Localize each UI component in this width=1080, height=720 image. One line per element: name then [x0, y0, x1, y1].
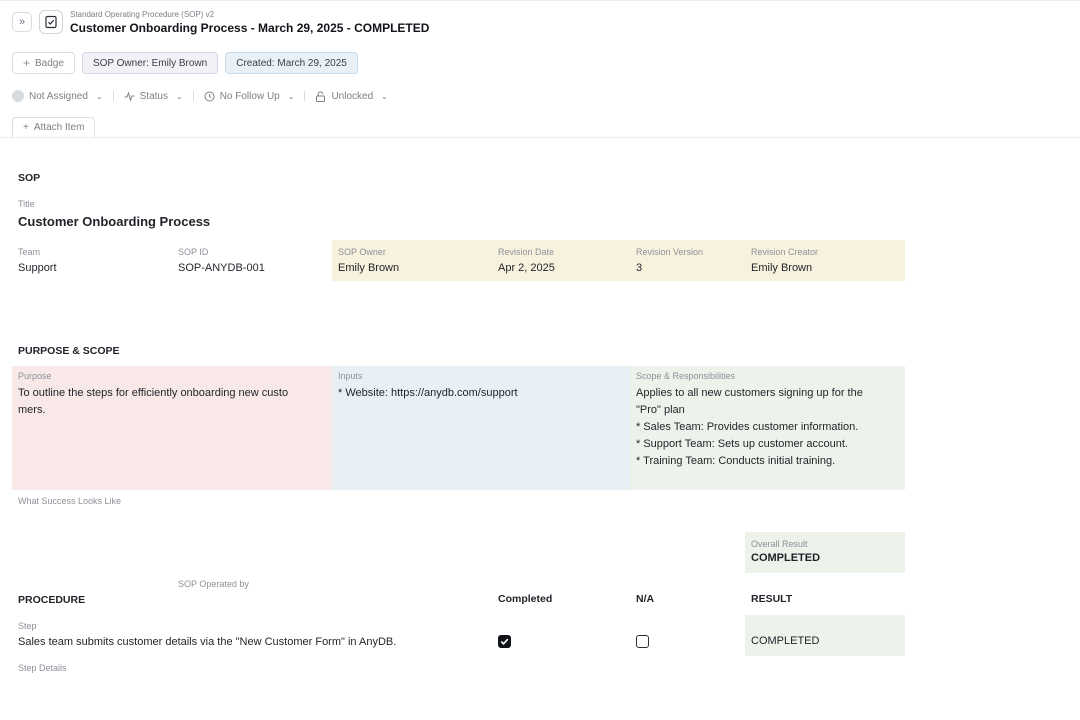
scope-line: "Pro" plan [636, 404, 685, 416]
sop-heading: SOP [18, 172, 41, 184]
revision-version-value[interactable]: 3 [636, 262, 642, 274]
divider [304, 91, 306, 101]
sop-owner-label: SOP Owner [338, 247, 386, 257]
plus-icon: + [23, 56, 31, 70]
inputs-field[interactable]: Inputs * Website: https://anydb.com/supp… [332, 366, 630, 490]
meta-row: Not Assigned ⌄ Status ⌄ No Follow Up ⌄ U… [12, 90, 388, 102]
team-value[interactable]: Support [18, 262, 57, 274]
purpose-field[interactable]: Purpose To outline the steps for efficie… [12, 366, 332, 490]
sop-owner-badge-label: SOP Owner: Emily Brown [92, 57, 208, 69]
lock-dropdown[interactable]: Unlocked ⌄ [315, 90, 388, 102]
step-completed-checkbox[interactable] [498, 635, 511, 648]
attach-item-label: Attach Item [33, 122, 85, 133]
scope-line: * Training Team: Conducts initial traini… [636, 455, 836, 467]
lock-label: Unlocked [331, 90, 374, 102]
chevron-down-icon: ⌄ [287, 91, 295, 101]
scope-field[interactable]: Scope & Responsibilities Applies to all … [630, 366, 905, 490]
revision-version-label: Revision Version [636, 247, 704, 257]
divider [112, 91, 114, 101]
assignee-dropdown[interactable]: Not Assigned ⌄ [12, 90, 103, 102]
revision-date-value[interactable]: Apr 2, 2025 [498, 262, 555, 274]
user-avatar-icon [12, 90, 24, 102]
title-label: Title [18, 199, 35, 209]
success-label[interactable]: What Success Looks Like [18, 496, 121, 506]
chevron-down-icon: ⌄ [95, 91, 103, 101]
overall-result-field[interactable]: Overall Result COMPLETED [745, 532, 905, 573]
step-result-value: COMPLETED [751, 635, 820, 647]
breadcrumb[interactable]: Standard Operating Procedure (SOP) v2 [70, 10, 214, 19]
step-text[interactable]: Sales team submits customer details via … [18, 636, 396, 648]
created-badge-label: Created: March 29, 2025 [236, 57, 347, 69]
sop-title-value[interactable]: Customer Onboarding Process [18, 214, 210, 229]
sop-id-value[interactable]: SOP-ANYDB-001 [178, 262, 265, 274]
chevron-down-icon: ⌄ [381, 91, 388, 101]
sop-owner-badge[interactable]: SOP Owner: Emily Brown [81, 52, 219, 74]
overall-result-value: COMPLETED [751, 552, 821, 564]
status-label: Status [139, 90, 168, 102]
purpose-line: To outline the steps for efficiently onb… [18, 387, 289, 399]
step-details-label[interactable]: Step Details [18, 663, 67, 673]
chevrons-right-icon[interactable]: » [12, 12, 32, 32]
completed-column-header: Completed [498, 593, 553, 605]
content-divider [0, 137, 1080, 138]
purpose-label: Purpose [18, 371, 52, 381]
assignee-label: Not Assigned [29, 90, 88, 102]
step-na-checkbox[interactable] [636, 635, 649, 648]
page-title: Customer Onboarding Process - March 29, … [70, 21, 430, 35]
sop-id-label: SOP ID [178, 247, 209, 257]
divider [192, 91, 194, 101]
procedure-heading: PROCEDURE [18, 594, 86, 606]
sop-owner-value[interactable]: Emily Brown [338, 262, 399, 274]
scope-label: Scope & Responsibilities [636, 371, 736, 381]
chevron-down-icon: ⌄ [176, 91, 183, 101]
follow-up-dropdown[interactable]: No Follow Up ⌄ [204, 90, 295, 102]
checkmark-icon [500, 638, 509, 645]
step-result-field[interactable]: COMPLETED [745, 615, 905, 656]
purpose-text: To outline the steps for efficiently onb… [18, 385, 288, 419]
revision-date-label: Revision Date [498, 247, 555, 257]
team-label: Team [18, 247, 41, 257]
clock-icon [204, 91, 215, 101]
scope-line: Applies to all new customers signing up … [636, 387, 863, 399]
follow-up-label: No Follow Up [219, 90, 280, 102]
unlock-icon [316, 90, 326, 102]
checklist-icon [39, 10, 63, 34]
status-dropdown[interactable]: Status ⌄ [124, 91, 183, 102]
scope-line: * Sales Team: Provides customer informat… [636, 421, 859, 433]
badge-row: + Badge SOP Owner: Emily Brown Created: … [12, 52, 358, 74]
operated-by-label[interactable]: SOP Operated by [178, 579, 249, 589]
revision-creator-label: Revision Creator [751, 247, 819, 257]
add-badge-label: Badge [35, 57, 64, 69]
na-column-header: N/A [636, 593, 655, 605]
plus-icon: + [23, 122, 29, 133]
activity-icon [124, 90, 135, 102]
created-badge[interactable]: Created: March 29, 2025 [225, 52, 358, 74]
result-column-header: RESULT [751, 593, 793, 605]
inputs-text: * Website: https://anydb.com/support [338, 387, 518, 399]
purpose-line: mers. [18, 404, 46, 416]
revision-band [332, 240, 905, 281]
inputs-label: Inputs [338, 371, 363, 381]
add-badge-button[interactable]: + Badge [12, 52, 75, 74]
revision-creator-value[interactable]: Emily Brown [751, 262, 812, 274]
top-bar: » Standard Operating Procedure (SOP) v2 … [0, 0, 1080, 44]
step-label: Step [18, 621, 37, 631]
scope-text: Applies to all new customers signing up … [636, 385, 863, 470]
scope-line: * Support Team: Sets up customer account… [636, 438, 848, 450]
purpose-scope-heading: PURPOSE & SCOPE [18, 345, 120, 357]
overall-result-label: Overall Result [751, 539, 808, 549]
attach-item-button[interactable]: + Attach Item [12, 117, 96, 137]
